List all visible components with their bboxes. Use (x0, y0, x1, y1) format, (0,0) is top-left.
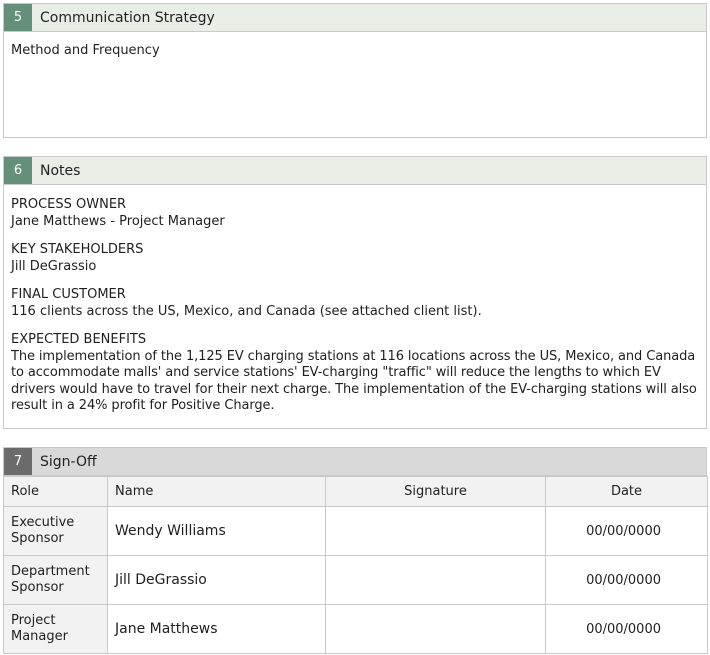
date-cell[interactable]: 00/00/0000 (545, 604, 708, 654)
section-title: Sign-Off (40, 453, 97, 470)
section-header: 7 Sign-Off (3, 447, 707, 476)
notes-section: 6 Notes PROCESS OWNER Jane Matthews - Pr… (3, 156, 707, 429)
note-heading: PROCESS OWNER (11, 197, 127, 212)
table-row: Project Manager Jane Matthews 00/00/0000 (3, 604, 708, 654)
date-cell[interactable]: 00/00/0000 (545, 555, 708, 605)
note-text: The implementation of the 1,125 EV charg… (11, 348, 697, 414)
role-cell: Executive Sponsor (3, 506, 108, 556)
note-text: Jill DeGrassio (11, 258, 97, 274)
communication-strategy-section: 5 Communication Strategy Method and Freq… (3, 3, 707, 138)
note-heading: EXPECTED BENEFITS (11, 332, 147, 347)
section-title: Communication Strategy (40, 9, 215, 26)
notes-body[interactable]: PROCESS OWNER Jane Matthews - Project Ma… (3, 185, 707, 429)
note-text: 116 clients across the US, Mexico, and C… (11, 303, 482, 319)
name-cell[interactable]: Jill DeGrassio (107, 555, 326, 605)
section-header: 6 Notes (3, 156, 707, 185)
role-cell: Department Sponsor (3, 555, 108, 605)
communication-text: Method and Frequency (11, 43, 160, 58)
table-header-row: Role Name Signature Date (3, 476, 708, 507)
signoff-section: 7 Sign-Off Role Name Signature Date Exec… (3, 447, 708, 654)
note-heading: KEY STAKEHOLDERS (11, 242, 144, 257)
signature-cell[interactable] (325, 506, 546, 556)
table-row: Executive Sponsor Wendy Williams 00/00/0… (3, 506, 708, 556)
note-key-stakeholders: KEY STAKEHOLDERS Jill DeGrassio (11, 242, 699, 275)
name-cell[interactable]: Jane Matthews (107, 604, 326, 654)
name-cell[interactable]: Wendy Williams (107, 506, 326, 556)
column-header-role: Role (3, 476, 108, 507)
section-number: 5 (4, 4, 32, 31)
communication-body[interactable]: Method and Frequency (3, 32, 707, 138)
signature-cell[interactable] (325, 604, 546, 654)
column-header-date: Date (545, 476, 708, 507)
column-header-signature: Signature (325, 476, 546, 507)
signoff-table: Role Name Signature Date Executive Spons… (3, 476, 708, 654)
note-process-owner: PROCESS OWNER Jane Matthews - Project Ma… (11, 197, 699, 230)
note-final-customer: FINAL CUSTOMER 116 clients across the US… (11, 287, 699, 320)
section-number: 7 (4, 448, 32, 475)
note-expected-benefits: EXPECTED BENEFITS The implementation of … (11, 332, 699, 415)
section-title: Notes (40, 162, 81, 179)
section-number: 6 (4, 157, 32, 184)
role-cell: Project Manager (3, 604, 108, 654)
note-heading: FINAL CUSTOMER (11, 287, 126, 302)
note-text: Jane Matthews - Project Manager (11, 213, 225, 229)
table-row: Department Sponsor Jill DeGrassio 00/00/… (3, 555, 708, 605)
signature-cell[interactable] (325, 555, 546, 605)
date-cell[interactable]: 00/00/0000 (545, 506, 708, 556)
column-header-name: Name (107, 476, 326, 507)
section-header: 5 Communication Strategy (3, 3, 707, 32)
